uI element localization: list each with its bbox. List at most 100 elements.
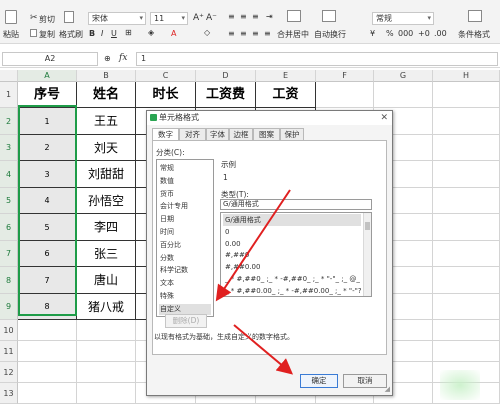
grid-cell[interactable] <box>433 108 500 135</box>
close-icon[interactable]: ✕ <box>380 111 388 125</box>
row-header-2[interactable]: 2 <box>0 108 18 135</box>
column-header-f[interactable]: F <box>316 70 374 82</box>
row-header-5[interactable]: 5 <box>0 188 18 214</box>
row-header-3[interactable]: 3 <box>0 135 18 161</box>
column-header-a[interactable]: A <box>18 70 77 82</box>
row-header-13[interactable]: 13 <box>0 383 18 404</box>
auto-wrap-button[interactable]: 自动换行 <box>314 29 346 40</box>
conditional-format-button[interactable]: 条件格式 <box>458 29 490 40</box>
tab-4[interactable]: 图案 <box>253 128 280 140</box>
grid-cell[interactable] <box>18 362 77 383</box>
category-item[interactable]: 日期 <box>159 214 211 225</box>
table-header-cell[interactable]: 工资费 <box>196 82 256 108</box>
align-middle-icon[interactable]: ≡ <box>240 12 247 21</box>
column-header-g[interactable]: G <box>374 70 433 82</box>
format-painter-label[interactable]: 格式刷 <box>59 29 83 40</box>
grid-cell[interactable] <box>77 341 136 362</box>
grid-cell[interactable] <box>433 161 500 188</box>
font-color-icon[interactable]: A <box>171 29 176 38</box>
name-cell[interactable]: 唐山 <box>77 267 136 294</box>
category-item[interactable]: 时间 <box>159 227 211 238</box>
number-format-select[interactable]: 常规 ▾ <box>372 12 434 25</box>
delete-button[interactable]: 删除(D) <box>165 314 207 328</box>
copy-button-label[interactable]: 复制 <box>39 29 55 40</box>
row-header-9[interactable]: 9 <box>0 294 18 320</box>
table-header-cell[interactable]: 姓名 <box>77 82 136 108</box>
format-painter-icon[interactable] <box>64 11 74 23</box>
grid-cell[interactable] <box>433 341 500 362</box>
table-header-cell[interactable]: 时长 <box>136 82 196 108</box>
decimal-decrease-icon[interactable]: .00 <box>434 29 447 38</box>
paste-button-label[interactable]: 粘贴 <box>3 29 19 40</box>
font-grow-icon[interactable]: A⁺ <box>193 13 204 23</box>
paste-icon[interactable] <box>5 10 17 24</box>
name-box[interactable]: A2 <box>2 52 98 66</box>
type-item[interactable]: _ * #,##0_ ;_ * -#,##0_ ;_ * "-"_ ;_ @_ <box>223 273 361 285</box>
cancel-button[interactable]: 取消 <box>343 374 387 388</box>
justify-icon[interactable]: ≡ <box>264 29 271 38</box>
auto-wrap-icon[interactable] <box>322 10 336 22</box>
column-header-d[interactable]: D <box>196 70 256 82</box>
column-header-b[interactable]: B <box>77 70 136 82</box>
name-cell[interactable]: 孙悟空 <box>77 188 136 214</box>
cut-icon[interactable]: ✂ <box>30 13 38 23</box>
scrollbar-thumb[interactable] <box>365 222 370 230</box>
resize-grip-icon[interactable]: ◢ <box>385 385 390 393</box>
name-cell[interactable]: 猪八戒 <box>77 294 136 320</box>
font-name-select[interactable]: 宋体 ▾ <box>88 12 146 25</box>
ok-button[interactable]: 确定 <box>300 374 338 388</box>
italic-icon[interactable]: I <box>101 29 103 38</box>
category-item[interactable]: 数值 <box>159 176 211 187</box>
name-cell[interactable]: 刘甜甜 <box>77 161 136 188</box>
grid-cell[interactable] <box>433 135 500 161</box>
category-item[interactable]: 百分比 <box>159 240 211 251</box>
grid-cell[interactable] <box>18 320 77 341</box>
clear-icon[interactable]: ◇ <box>204 28 210 37</box>
fill-color-icon[interactable]: ◈ <box>148 28 154 37</box>
type-item[interactable]: G/通用格式 <box>223 214 361 226</box>
border-icon[interactable]: ⊞ <box>125 28 132 37</box>
category-list[interactable]: 常规 数值 货币 会计专用 日期 时间 百分比 分数 科学记数 文本 特殊 自定义 <box>156 159 214 317</box>
conditional-format-icon[interactable] <box>468 10 482 22</box>
align-right-icon[interactable]: ≡ <box>252 29 259 38</box>
grid-cell[interactable] <box>18 341 77 362</box>
row-header-4[interactable]: 4 <box>0 161 18 188</box>
category-item[interactable]: 货币 <box>159 189 211 200</box>
row-header-1[interactable]: 1 <box>0 82 18 108</box>
dialog-title-bar[interactable]: 单元格格式 ✕ <box>147 111 392 125</box>
grid-cell[interactable] <box>433 188 500 214</box>
type-item[interactable]: 0 <box>223 226 361 238</box>
tab-3[interactable]: 边框 <box>229 128 253 140</box>
align-top-icon[interactable]: ≡ <box>228 12 235 21</box>
grid-cell[interactable] <box>433 320 500 341</box>
align-left-icon[interactable]: ≡ <box>228 29 235 38</box>
row-header-11[interactable]: 11 <box>0 341 18 362</box>
indent-icon[interactable]: ⇥ <box>266 12 273 21</box>
type-item[interactable]: #,##0 <box>223 249 361 261</box>
grid-cell[interactable] <box>316 82 374 108</box>
percent-icon[interactable]: % <box>386 29 394 38</box>
grid-cell[interactable] <box>433 267 500 294</box>
font-size-select[interactable]: 11 ▾ <box>150 12 188 25</box>
grid-cell[interactable] <box>77 362 136 383</box>
column-header-c[interactable]: C <box>136 70 196 82</box>
row-header-6[interactable]: 6 <box>0 214 18 241</box>
grid-cell[interactable] <box>433 294 500 320</box>
name-cell[interactable]: 刘天 <box>77 135 136 161</box>
tab-5[interactable]: 保护 <box>280 128 304 140</box>
merge-center-icon[interactable] <box>287 10 301 22</box>
grid-cell[interactable] <box>77 383 136 404</box>
font-shrink-icon[interactable]: A⁻ <box>206 13 217 23</box>
category-item[interactable]: 分数 <box>159 253 211 264</box>
type-list-scrollbar[interactable] <box>363 213 371 296</box>
type-list[interactable]: _ * #,##0.00_ ;_ * -#,##0.00_ ;_ * "-"??… <box>220 212 372 297</box>
decimal-increase-icon[interactable]: +0 <box>418 29 430 38</box>
category-item[interactable]: 常规 <box>159 163 211 174</box>
grid-cell[interactable] <box>77 320 136 341</box>
grid-cell[interactable] <box>18 383 77 404</box>
merge-center-button[interactable]: 合并居中 <box>277 29 309 40</box>
name-cell[interactable]: 王五 <box>77 108 136 135</box>
zoom-icon[interactable]: ⊕ <box>104 54 111 63</box>
row-header-12[interactable]: 12 <box>0 362 18 383</box>
type-item[interactable]: #,##0.00 <box>223 261 361 273</box>
